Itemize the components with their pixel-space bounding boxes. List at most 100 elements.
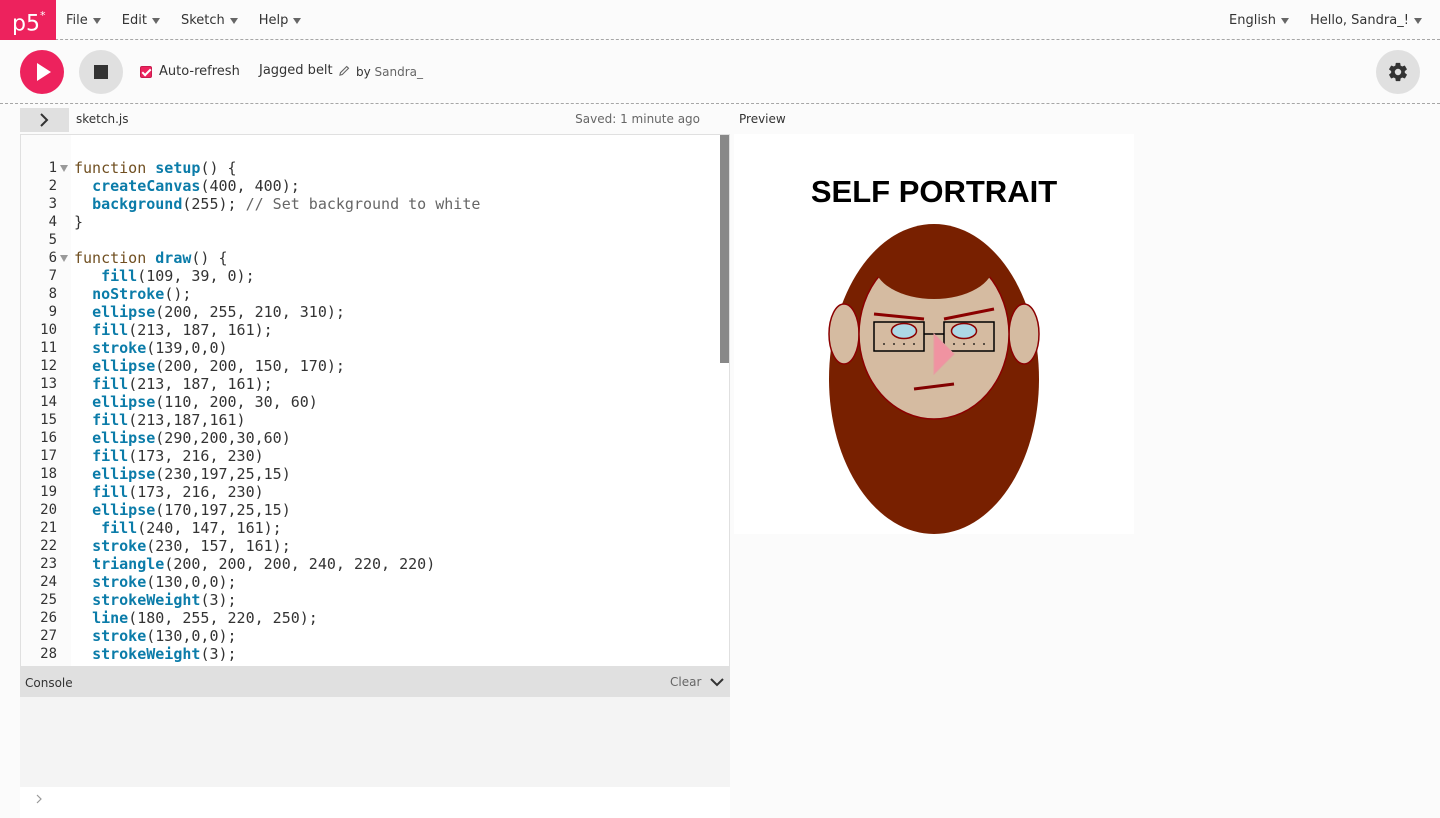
- chevron-down-icon: [92, 17, 101, 24]
- line-number: 8: [48, 286, 57, 302]
- code-line[interactable]: 10 fill(213, 187, 161);: [21, 321, 721, 339]
- code-line[interactable]: 20 ellipse(170,197,25,15): [21, 501, 721, 519]
- line-number: 12: [40, 358, 57, 374]
- code-line[interactable]: 16 ellipse(290,200,30,60): [21, 429, 721, 447]
- line-number: 2: [48, 178, 57, 194]
- code-line[interactable]: 4}: [21, 213, 721, 231]
- right-ear: [1008, 303, 1040, 365]
- code-line[interactable]: 21 fill(240, 147, 161);: [21, 519, 721, 537]
- auto-refresh-checkbox[interactable]: [140, 65, 152, 78]
- author-link[interactable]: Sandra_: [375, 65, 423, 79]
- line-number: 20: [40, 502, 57, 518]
- chevron-down-icon: [229, 17, 238, 24]
- code-line[interactable]: 1 function setup() {: [21, 159, 721, 177]
- line-number: 15: [40, 412, 57, 428]
- code-text: ellipse(290,200,30,60): [92, 429, 291, 447]
- code-line[interactable]: 7 fill(109, 39, 0);: [21, 267, 721, 285]
- line-number: 4: [48, 214, 57, 230]
- code-line[interactable]: 15 fill(213,187,161): [21, 411, 721, 429]
- code-line[interactable]: 9 ellipse(200, 255, 210, 310);: [21, 303, 721, 321]
- play-button[interactable]: [20, 50, 64, 94]
- settings-button[interactable]: [1376, 50, 1420, 94]
- code-text: ellipse(200, 255, 210, 310);: [92, 303, 345, 321]
- preview-label: Preview: [739, 112, 786, 126]
- code-editor[interactable]: 1 function setup() {2 createCanvas(400, 4…: [20, 134, 730, 667]
- code-line[interactable]: 24 stroke(130,0,0);: [21, 573, 721, 591]
- line-number: 21: [40, 520, 57, 536]
- fold-arrow-icon[interactable]: [60, 255, 68, 262]
- code-line[interactable]: 5: [21, 231, 721, 249]
- line-number: 28: [40, 646, 57, 662]
- code-line[interactable]: 22 stroke(230, 157, 161);: [21, 537, 721, 555]
- pencil-icon[interactable]: [338, 65, 350, 76]
- code-line[interactable]: 26 line(180, 255, 220, 250);: [21, 609, 721, 627]
- code-line[interactable]: 18 ellipse(230,197,25,15): [21, 465, 721, 483]
- language-selector[interactable]: English: [1229, 13, 1289, 28]
- language-label: English: [1229, 12, 1276, 28]
- auto-refresh-toggle[interactable]: Auto-refresh: [140, 64, 240, 79]
- code-text: stroke(139,0,0): [92, 339, 228, 357]
- console-title: Console: [25, 676, 73, 690]
- code-line[interactable]: 23 triangle(200, 200, 200, 240, 220, 220…: [21, 555, 721, 573]
- code-text: ellipse(200, 200, 150, 170);: [92, 357, 345, 375]
- self-portrait-drawing: [828, 224, 1040, 534]
- code-text: stroke(230, 157, 161);: [92, 537, 291, 555]
- code-text: strokeWeight(3);: [92, 645, 237, 663]
- code-line[interactable]: 14 ellipse(110, 200, 30, 60): [21, 393, 721, 411]
- code-line[interactable]: 12 ellipse(200, 200, 150, 170);: [21, 357, 721, 375]
- menu-file[interactable]: File: [66, 13, 101, 28]
- code-text: }: [74, 213, 84, 231]
- hair-bangs: [874, 229, 994, 299]
- line-number: 6: [48, 250, 57, 266]
- code-line[interactable]: 13 fill(213, 187, 161);: [21, 375, 721, 393]
- code-text: fill(173, 216, 230): [92, 483, 264, 501]
- line-number: 25: [40, 592, 57, 608]
- code-line[interactable]: 19 fill(173, 216, 230): [21, 483, 721, 501]
- menu-help[interactable]: Help: [259, 13, 302, 28]
- console-clear-button[interactable]: Clear: [670, 675, 701, 689]
- file-tab-name[interactable]: sketch.js: [76, 112, 128, 126]
- code-line[interactable]: 3 background(255); // Set background to …: [21, 195, 721, 213]
- console-output: [20, 697, 730, 787]
- code-text: fill(109, 39, 0);: [101, 267, 255, 285]
- fold-arrow-icon[interactable]: [60, 165, 68, 172]
- menu-sketch-label: Sketch: [180, 12, 225, 28]
- sidebar-toggle-button[interactable]: [20, 108, 69, 132]
- by-label: by: [356, 65, 371, 79]
- right-menu: English Hello, Sandra_!: [1229, 0, 1422, 40]
- code-line[interactable]: 6 function draw() {: [21, 249, 721, 267]
- console-input[interactable]: [20, 787, 730, 818]
- line-number: 3: [48, 196, 57, 212]
- code-line[interactable]: 17 fill(173, 216, 230): [21, 447, 721, 465]
- code-area[interactable]: 1 function setup() {2 createCanvas(400, 4…: [21, 159, 721, 663]
- chevron-down-icon[interactable]: [710, 677, 724, 687]
- menu-edit[interactable]: Edit: [122, 13, 160, 28]
- code-text: fill(213, 187, 161);: [92, 321, 273, 339]
- logo-asterisk: *: [39, 9, 46, 22]
- code-line[interactable]: 27 stroke(130,0,0);: [21, 627, 721, 645]
- code-line[interactable]: 11 stroke(139,0,0): [21, 339, 721, 357]
- p5-logo[interactable]: p5*: [0, 0, 56, 40]
- line-number: 18: [40, 466, 57, 482]
- user-menu[interactable]: Hello, Sandra_!: [1310, 13, 1422, 28]
- line-number: 23: [40, 556, 57, 572]
- preview-canvas[interactable]: SELF PORTRAIT: [734, 134, 1134, 534]
- code-line[interactable]: 25 strokeWeight(3);: [21, 591, 721, 609]
- code-text: noStroke();: [92, 285, 192, 303]
- code-text: fill(213,187,161): [92, 411, 246, 429]
- code-line[interactable]: 28 strokeWeight(3);: [21, 645, 721, 663]
- code-line[interactable]: 2 createCanvas(400, 400);: [21, 177, 721, 195]
- chevron-down-icon: [293, 17, 302, 24]
- stop-button[interactable]: [79, 50, 123, 94]
- console-header: Console Clear: [20, 667, 730, 697]
- user-greeting: Hello, Sandra_!: [1309, 12, 1409, 28]
- editor-scrollbar[interactable]: [720, 135, 729, 363]
- code-text: triangle(200, 200, 200, 240, 220, 220): [92, 555, 436, 573]
- auto-refresh-label: Auto-refresh: [159, 64, 240, 79]
- left-eye: [890, 322, 918, 340]
- line-number: 24: [40, 574, 57, 590]
- menu-sketch[interactable]: Sketch: [181, 13, 238, 28]
- code-line[interactable]: 8 noStroke();: [21, 285, 721, 303]
- stop-icon: [94, 65, 108, 79]
- sketch-name-editor[interactable]: Jagged belt: [259, 63, 350, 78]
